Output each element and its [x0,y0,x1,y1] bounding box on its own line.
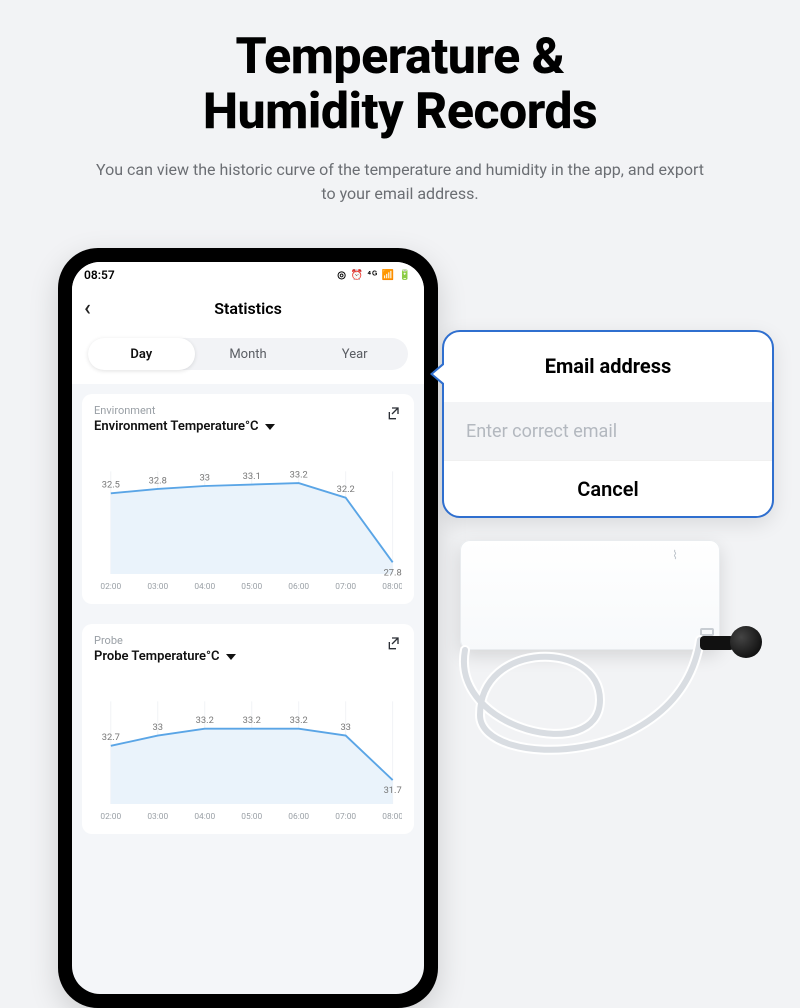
export-icon [386,636,402,652]
svg-text:32.2: 32.2 [337,484,355,495]
title-line2: Humidity Records [203,83,597,141]
chart-probe: 32.7 33 33.2 33.2 33.2 33 31.7 02:00 03:00 04:00 0… [94,668,402,828]
svg-text:04:00: 04:00 [194,812,215,822]
svg-text:27.8: 27.8 [384,567,402,578]
phone-mockup: 08:57 ◎ ⏰ ⁴ᴳ 📶 🔋 ‹ Statistics Day Month … [58,248,438,1008]
email-field[interactable]: Enter correct email [444,402,772,460]
dialog-title: Email address [444,332,772,402]
svg-text:02:00: 02:00 [100,582,121,592]
status-time: 08:57 [84,268,115,282]
probe-cable-image [450,600,770,790]
export-icon [386,406,402,422]
status-indicators: ◎ ⏰ ⁴ᴳ 📶 🔋 [337,270,412,281]
tab-day[interactable]: Day [88,338,195,370]
email-export-dialog: Email address Enter correct email Cancel [442,330,774,518]
svg-text:07:00: 07:00 [335,582,356,592]
svg-text:33.2: 33.2 [290,715,308,726]
svg-text:33.1: 33.1 [243,471,261,482]
card-environment: Environment Environment Temperature°C 32… [82,394,414,604]
probe-tip-image [730,626,762,658]
card-environment-eyebrow: Environment [94,404,402,417]
svg-text:03:00: 03:00 [147,582,168,592]
metric-selector-environment[interactable]: Environment Temperature°C [94,419,402,434]
status-bar: 08:57 ◎ ⏰ ⁴ᴳ 📶 🔋 [72,262,424,288]
metric-selector-probe[interactable]: Probe Temperature°C [94,649,402,664]
svg-text:32.5: 32.5 [102,480,120,491]
svg-text:33: 33 [200,472,211,483]
metric-label: Probe Temperature°C [94,649,220,664]
svg-text:04:00: 04:00 [194,582,215,592]
tab-month[interactable]: Month [195,338,302,370]
wifi-icon: ⌇ [672,548,678,562]
probe-connector-image [700,636,734,650]
svg-text:03:00: 03:00 [147,812,168,822]
svg-text:06:00: 06:00 [288,812,309,822]
svg-text:33.2: 33.2 [243,715,261,726]
svg-text:06:00: 06:00 [288,582,309,592]
page-title: Temperature & Humidity Records [0,0,800,140]
svg-text:05:00: 05:00 [241,812,262,822]
phone-screen: 08:57 ◎ ⏰ ⁴ᴳ 📶 🔋 ‹ Statistics Day Month … [72,262,424,994]
app-header-title: Statistics [214,299,282,318]
back-button[interactable]: ‹ [84,296,91,321]
svg-text:07:00: 07:00 [335,812,356,822]
chevron-down-icon [226,654,236,660]
svg-text:05:00: 05:00 [241,582,262,592]
chevron-down-icon [265,424,275,430]
card-probe-eyebrow: Probe [94,634,402,647]
chart-environment: 32.5 32.8 33 33.1 33.2 32.2 27.8 02:00 03:00 04:0… [94,438,402,598]
svg-text:02:00: 02:00 [100,812,121,822]
range-segmented-control: Day Month Year [72,328,424,384]
card-probe: Probe Probe Temperature°C 32.7 33 33.2 33.2… [82,624,414,834]
svg-text:33.2: 33.2 [290,469,308,480]
svg-text:32.8: 32.8 [149,475,167,486]
app-header: ‹ Statistics [72,288,424,328]
page-subtitle: You can view the historic curve of the t… [90,158,710,206]
svg-text:33: 33 [153,722,164,733]
metric-label: Environment Temperature°C [94,419,259,434]
svg-text:32.7: 32.7 [102,732,120,743]
svg-text:33: 33 [340,722,351,733]
svg-text:08:00: 08:00 [382,582,402,592]
svg-text:31.7: 31.7 [384,785,402,796]
title-line1: Temperature & [236,28,565,86]
export-button-probe[interactable] [386,636,402,652]
svg-text:33.2: 33.2 [196,715,214,726]
svg-text:08:00: 08:00 [382,812,402,822]
cancel-button[interactable]: Cancel [444,460,772,516]
export-button-environment[interactable] [386,406,402,422]
tab-year[interactable]: Year [301,338,408,370]
